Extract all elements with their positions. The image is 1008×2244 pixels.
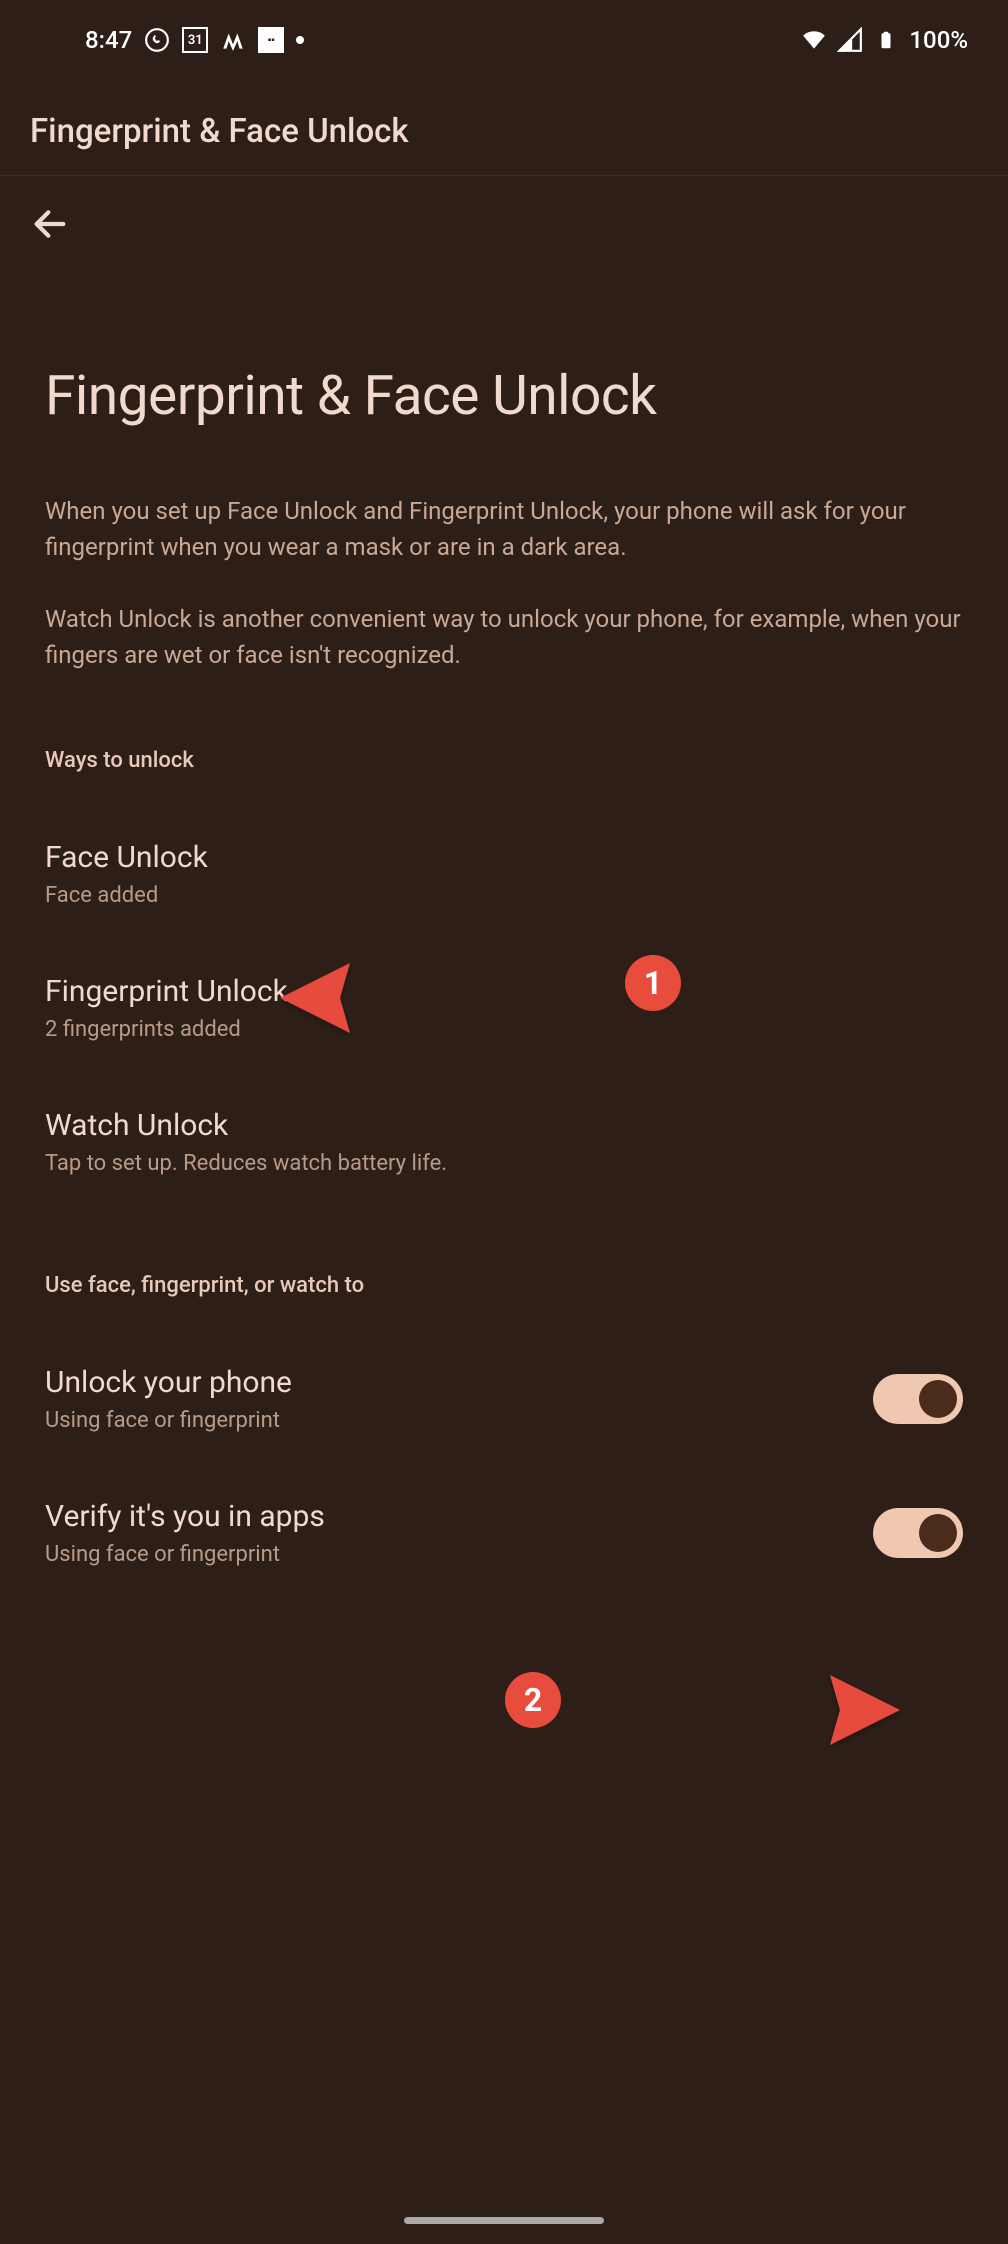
notification-dot-icon: [296, 36, 304, 44]
setting-text: Face Unlock Face added: [45, 840, 963, 908]
setting-subtitle: Using face or fingerprint: [45, 1542, 873, 1567]
app-bar-title: Fingerprint & Face Unlock: [30, 112, 978, 151]
toggle-knob: [919, 1514, 957, 1552]
app-icon-m: [220, 27, 246, 53]
page-title: Fingerprint & Face Unlock: [45, 364, 963, 428]
back-button[interactable]: [0, 176, 1008, 254]
status-bar: 8:47 31 ▪▪ 100%: [0, 0, 1008, 80]
unlock-phone-item[interactable]: Unlock your phone Using face or fingerpr…: [45, 1343, 963, 1455]
status-left: 8:47 31 ▪▪: [85, 26, 304, 54]
setting-subtitle: 2 fingerprints added: [45, 1017, 963, 1042]
setting-subtitle: Face added: [45, 883, 963, 908]
setting-title: Verify it's you in apps: [45, 1499, 873, 1534]
app-icon-box: ▪▪: [258, 27, 284, 53]
verify-apps-toggle[interactable]: [873, 1508, 963, 1558]
fingerprint-unlock-item[interactable]: Fingerprint Unlock 2 fingerprints added: [45, 952, 963, 1064]
setting-subtitle: Using face or fingerprint: [45, 1408, 873, 1433]
watch-unlock-item[interactable]: Watch Unlock Tap to set up. Reduces watc…: [45, 1086, 963, 1198]
setting-text: Fingerprint Unlock 2 fingerprints added: [45, 974, 963, 1042]
section-header-use: Use face, fingerprint, or watch to: [45, 1273, 963, 1298]
whatsapp-icon: [144, 27, 170, 53]
wifi-icon: [801, 27, 827, 53]
setting-title: Unlock your phone: [45, 1365, 873, 1400]
calendar-icon: 31: [182, 27, 208, 53]
setting-title: Fingerprint Unlock: [45, 974, 963, 1009]
section-header-ways: Ways to unlock: [45, 748, 963, 773]
setting-text: Unlock your phone Using face or fingerpr…: [45, 1365, 873, 1433]
annotation-arrow-2: [600, 1660, 910, 1764]
unlock-phone-toggle[interactable]: [873, 1374, 963, 1424]
setting-text: Watch Unlock Tap to set up. Reduces watc…: [45, 1108, 963, 1176]
status-time: 8:47: [85, 26, 132, 54]
face-unlock-item[interactable]: Face Unlock Face added: [45, 818, 963, 930]
setting-title: Face Unlock: [45, 840, 963, 875]
setting-title: Watch Unlock: [45, 1108, 963, 1143]
arrow-left-icon: [30, 204, 70, 244]
toggle-knob: [919, 1380, 957, 1418]
battery-icon: [873, 27, 899, 53]
setting-subtitle: Tap to set up. Reduces watch battery lif…: [45, 1151, 963, 1176]
battery-percentage: 100%: [909, 26, 968, 54]
page-description-1: When you set up Face Unlock and Fingerpr…: [45, 493, 963, 565]
annotation-badge-2: 2: [505, 1672, 561, 1728]
content: Fingerprint & Face Unlock When you set u…: [0, 364, 1008, 1589]
verify-apps-item[interactable]: Verify it's you in apps Using face or fi…: [45, 1477, 963, 1589]
app-bar: Fingerprint & Face Unlock: [0, 80, 1008, 176]
nav-bar-pill[interactable]: [404, 2217, 604, 2224]
page-description-2: Watch Unlock is another convenient way t…: [45, 601, 963, 673]
status-right: 100%: [801, 26, 968, 54]
signal-icon: [837, 27, 863, 53]
setting-text: Verify it's you in apps Using face or fi…: [45, 1499, 873, 1567]
